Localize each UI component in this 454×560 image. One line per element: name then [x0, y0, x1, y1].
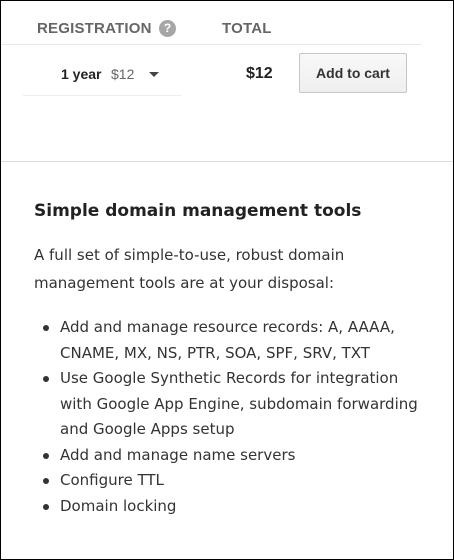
bullet-icon [43, 452, 49, 459]
feature-text: Use Google Synthetic Records for integra… [60, 369, 418, 438]
list-item: Add and manage name servers [34, 443, 434, 469]
bullet-icon [43, 376, 49, 382]
list-item: Configure TTL [34, 468, 434, 494]
section-title: Simple domain management tools [34, 201, 362, 221]
registration-term-dropdown[interactable]: 1 year $12 [23, 53, 181, 96]
feature-text: Add and manage resource records: A, AAAA… [60, 318, 395, 362]
bullet-icon [43, 503, 49, 510]
term-price: $12 [111, 66, 135, 82]
term-label: 1 year [61, 66, 102, 82]
feature-text: Add and manage name servers [60, 445, 296, 464]
help-icon[interactable]: ? [159, 20, 176, 37]
bullet-icon [43, 478, 49, 484]
bullet-icon [43, 325, 49, 331]
section-description: A full set of simple-to-use, robust doma… [34, 246, 345, 292]
section-divider [1, 161, 453, 162]
list-item: Add and manage resource records: A, AAAA… [34, 315, 434, 366]
registration-column-header: REGISTRATION [37, 20, 152, 37]
caret-down-icon [149, 72, 159, 77]
feature-text: Configure TTL [60, 471, 164, 489]
list-item: Use Google Synthetic Records for integra… [34, 366, 434, 443]
table-header: REGISTRATION ? TOTAL [1, 1, 421, 45]
total-price: $12 [246, 65, 273, 82]
feature-list: Add and manage resource records: A, AAAA… [34, 315, 434, 519]
domain-purchase-panel: REGISTRATION ? TOTAL 1 year $12 $12 Add … [0, 0, 454, 560]
add-to-cart-button[interactable]: Add to cart [299, 53, 407, 93]
total-column-header: TOTAL [222, 20, 272, 37]
feature-text: Domain locking [60, 496, 177, 515]
list-item: Domain locking [34, 494, 434, 520]
